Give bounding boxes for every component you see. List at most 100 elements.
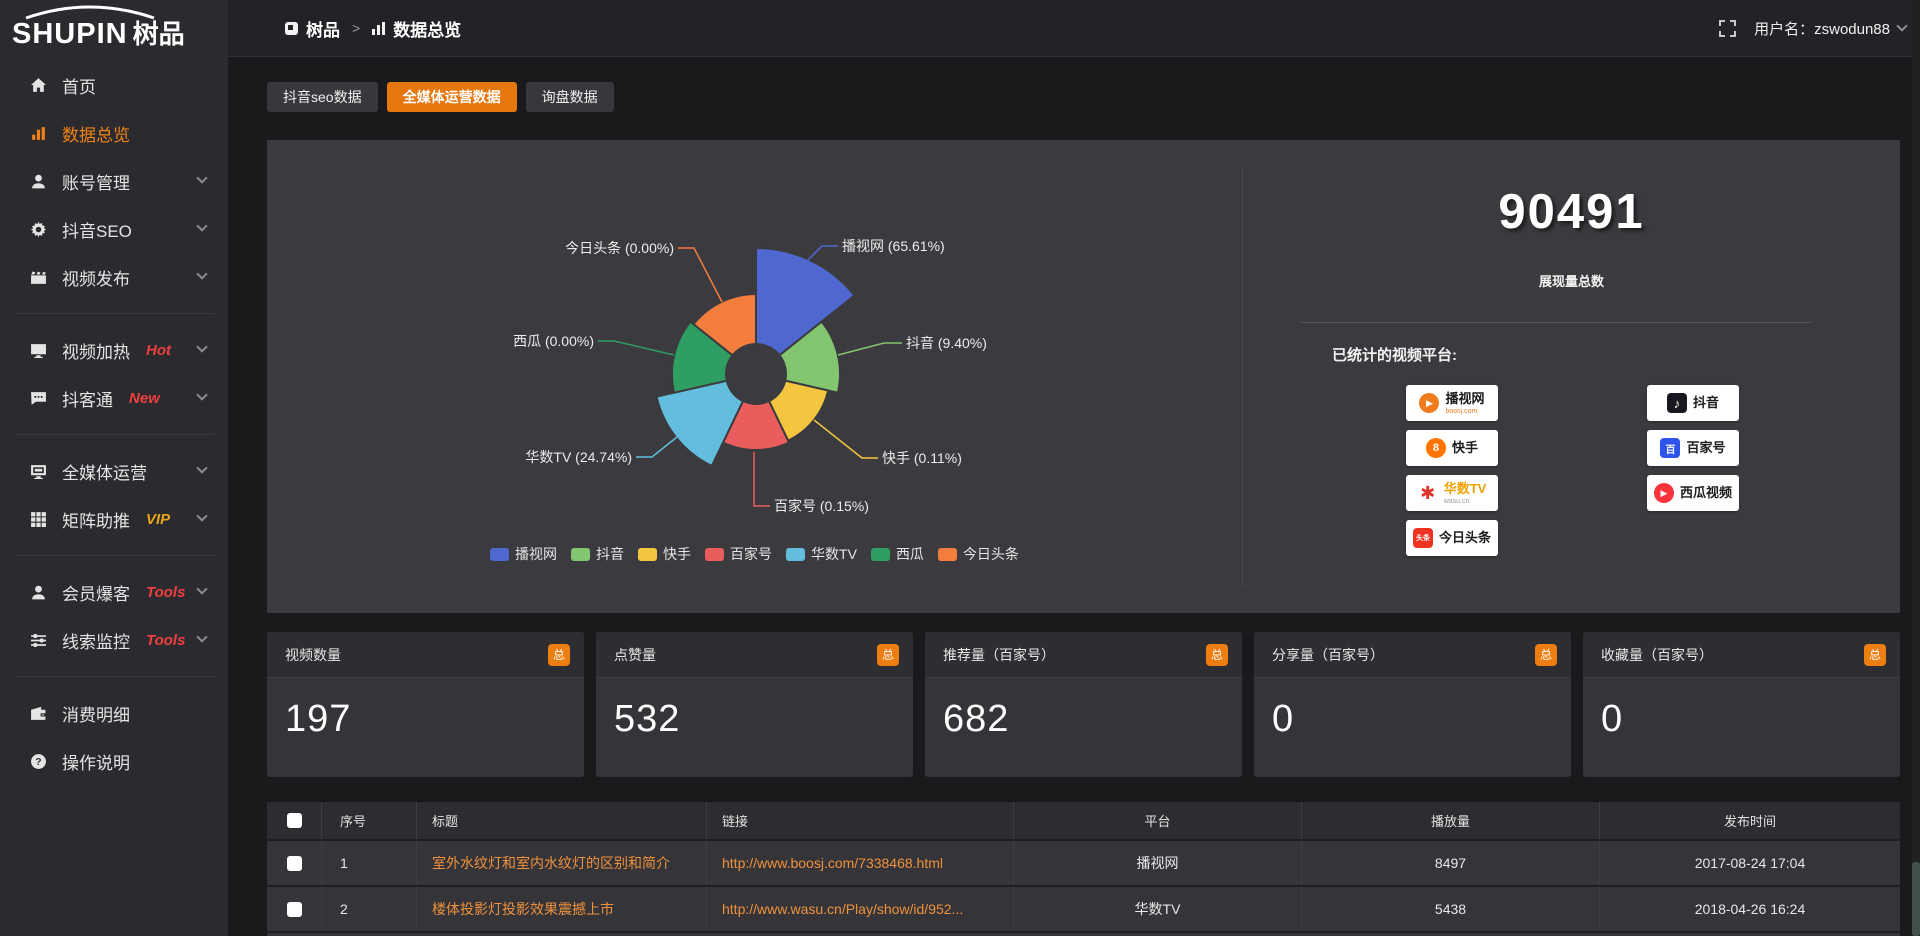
- breadcrumb-root[interactable]: 树品: [306, 16, 340, 41]
- stat-card-header: 分享量（百家号） 总: [1254, 632, 1571, 678]
- table-row-stub: [267, 931, 1900, 936]
- label-line-华数TV: [636, 437, 677, 457]
- stat-card-value: 682: [925, 678, 1242, 741]
- stat-card-title: 推荐量（百家号）: [943, 645, 1055, 665]
- stat-card-2: 推荐量（百家号） 总 682: [925, 632, 1242, 777]
- legend-item-快手[interactable]: 快手: [638, 544, 691, 564]
- table-header-row: 序号标题链接平台播放量发布时间: [267, 802, 1900, 839]
- cell-title: 室外水纹灯和室内水纹灯的区别和简介: [417, 841, 707, 885]
- platform-logo-icon: ✱: [1418, 483, 1438, 503]
- platform-logo-icon: ▶: [1654, 483, 1674, 503]
- video-url-link[interactable]: http://www.boosj.com/7338468.html: [722, 855, 943, 871]
- sidebar-item-douketong[interactable]: 抖客通New: [0, 374, 228, 422]
- sidebar-item-badge: Tools: [146, 584, 185, 601]
- chevron-down-icon: [196, 462, 207, 473]
- video-url-link[interactable]: http://www.wasu.cn/Play/show/id/952...: [722, 901, 963, 917]
- legend-item-百家号[interactable]: 百家号: [705, 544, 772, 564]
- sidebar-item-video-heat[interactable]: 视频加热Hot: [0, 326, 228, 374]
- tab-0[interactable]: 抖音seo数据: [267, 82, 378, 112]
- header-cell-4: 播放量: [1302, 802, 1600, 839]
- sidebar-item-douyin-seo[interactable]: 抖音SEO: [0, 205, 228, 253]
- sidebar-item-badge: VIP: [146, 511, 170, 528]
- sidebar-item-video-publish[interactable]: 视频发布: [0, 253, 228, 301]
- app-logo[interactable]: SHUPIN树品: [0, 0, 228, 52]
- cell-title: 楼体投影灯投影效果震撼上市: [417, 887, 707, 931]
- total-badge[interactable]: 总: [548, 644, 570, 666]
- legend-item-抖音[interactable]: 抖音: [571, 544, 624, 564]
- cell-plays: 5438: [1302, 887, 1600, 931]
- chevron-down-icon: [196, 341, 207, 352]
- slice-label-西瓜: 西瓜 (0.00%): [513, 333, 594, 349]
- platforms-title: 已统计的视频平台:: [1332, 344, 1457, 365]
- checkbox[interactable]: [287, 856, 302, 871]
- platform-name: 西瓜视频: [1680, 485, 1732, 500]
- sidebar-item-label: 抖客通: [62, 386, 113, 411]
- sidebar-item-media-ops[interactable]: 全媒体运营: [0, 447, 228, 495]
- stat-card-title: 分享量（百家号）: [1272, 645, 1384, 665]
- legend-item-华数TV[interactable]: 华数TV: [786, 544, 857, 564]
- tab-2[interactable]: 询盘数据: [526, 82, 614, 112]
- header-cell-5: 发布时间: [1600, 802, 1900, 839]
- platform-badge-西瓜视频: ▶ 西瓜视频: [1647, 475, 1739, 511]
- legend-item-播视网[interactable]: 播视网: [490, 544, 557, 564]
- cell-platform: 华数TV: [1014, 887, 1302, 931]
- user-menu[interactable]: 用户名：zswodun88: [1754, 18, 1906, 39]
- legend-swatch: [938, 548, 957, 561]
- stat-cards: 视频数量总197点赞量总532推荐量（百家号）总682分享量（百家号）总0收藏量…: [267, 632, 1900, 777]
- platform-name: 百家号: [1686, 440, 1725, 455]
- cell-num: 2: [322, 887, 417, 931]
- legend-item-西瓜[interactable]: 西瓜: [871, 544, 924, 564]
- home-icon: [30, 77, 47, 94]
- video-title-link[interactable]: 室外水纹灯和室内水纹灯的区别和简介: [432, 853, 670, 873]
- sidebar-item-consumption-detail[interactable]: 消费明细: [0, 689, 228, 737]
- platform-badge-抖音: ♪ 抖音: [1647, 385, 1739, 421]
- pie-slice-华数TV[interactable]: [657, 381, 743, 466]
- total-badge[interactable]: 总: [1535, 644, 1557, 666]
- checkbox[interactable]: [287, 813, 302, 828]
- checkbox[interactable]: [287, 902, 302, 917]
- sidebar-item-matrix-boost[interactable]: 矩阵助推VIP: [0, 495, 228, 543]
- legend-item-今日头条[interactable]: 今日头条: [938, 544, 1019, 564]
- platform-badge-百家号: 百百家号: [1647, 430, 1739, 466]
- chevron-down-icon: [1896, 20, 1907, 31]
- username-label: 用户名：zswodun88: [1754, 18, 1890, 39]
- total-badge[interactable]: 总: [877, 644, 899, 666]
- platform-badge-快手: 8快手: [1406, 430, 1498, 466]
- sidebar-item-account-manage[interactable]: 账号管理: [0, 157, 228, 205]
- sidebar-item-instructions[interactable]: ?操作说明: [0, 737, 228, 785]
- platform-text: 西瓜视频: [1680, 484, 1732, 502]
- legend-label: 西瓜: [896, 544, 924, 564]
- dashboard-page: SHUPIN树品 首页数据总览账号管理抖音SEO视频发布视频加热Hot抖客通Ne…: [0, 0, 1920, 936]
- platform-badge-今日头条: 头条今日头条: [1406, 520, 1498, 556]
- sidebar-item-label: 账号管理: [62, 169, 130, 194]
- cell-platform: 播视网: [1014, 841, 1302, 885]
- slice-label-播视网: 播视网 (65.61%): [842, 238, 945, 254]
- stat-card-header: 推荐量（百家号） 总: [925, 632, 1242, 678]
- total-badge[interactable]: 总: [1206, 644, 1228, 666]
- platform-name: 快手: [1452, 440, 1478, 455]
- platform-logo-icon: ▶: [1419, 393, 1439, 413]
- fullscreen-icon[interactable]: [1719, 20, 1736, 37]
- sidebar-item-home[interactable]: 首页: [0, 61, 228, 109]
- legend-label: 今日头条: [963, 544, 1019, 564]
- overview-panel: 播视网 (65.61%)抖音 (9.40%)快手 (0.11%)百家号 (0.1…: [267, 140, 1900, 613]
- screen-icon: [30, 342, 47, 359]
- sidebar-item-member-baoke[interactable]: 会员爆客Tools: [0, 568, 228, 616]
- sidebar-item-badge: Hot: [146, 342, 171, 359]
- cell-num: 1: [322, 841, 417, 885]
- platform-logo-icon: ♪: [1667, 393, 1687, 413]
- sidebar-item-data-overview[interactable]: 数据总览: [0, 109, 228, 157]
- scrollbar-thumb[interactable]: [1912, 862, 1920, 936]
- chevron-down-icon: [196, 631, 207, 642]
- video-title-link[interactable]: 楼体投影灯投影效果震撼上市: [432, 899, 614, 919]
- chevron-down-icon: [196, 220, 207, 231]
- sidebar-item-clue-monitor[interactable]: 线索监控Tools: [0, 616, 228, 664]
- slice-label-抖音: 抖音 (9.40%): [906, 335, 987, 351]
- platform-name: 抖音: [1693, 395, 1719, 410]
- platform-badge-华数TV: ✱华数TVwasu.cn: [1406, 475, 1498, 511]
- tab-1[interactable]: 全媒体运营数据: [387, 82, 517, 112]
- clapper-icon: [30, 269, 47, 286]
- total-badge[interactable]: 总: [1864, 644, 1886, 666]
- chevron-down-icon: [196, 268, 207, 279]
- sidebar-divider: [14, 676, 214, 677]
